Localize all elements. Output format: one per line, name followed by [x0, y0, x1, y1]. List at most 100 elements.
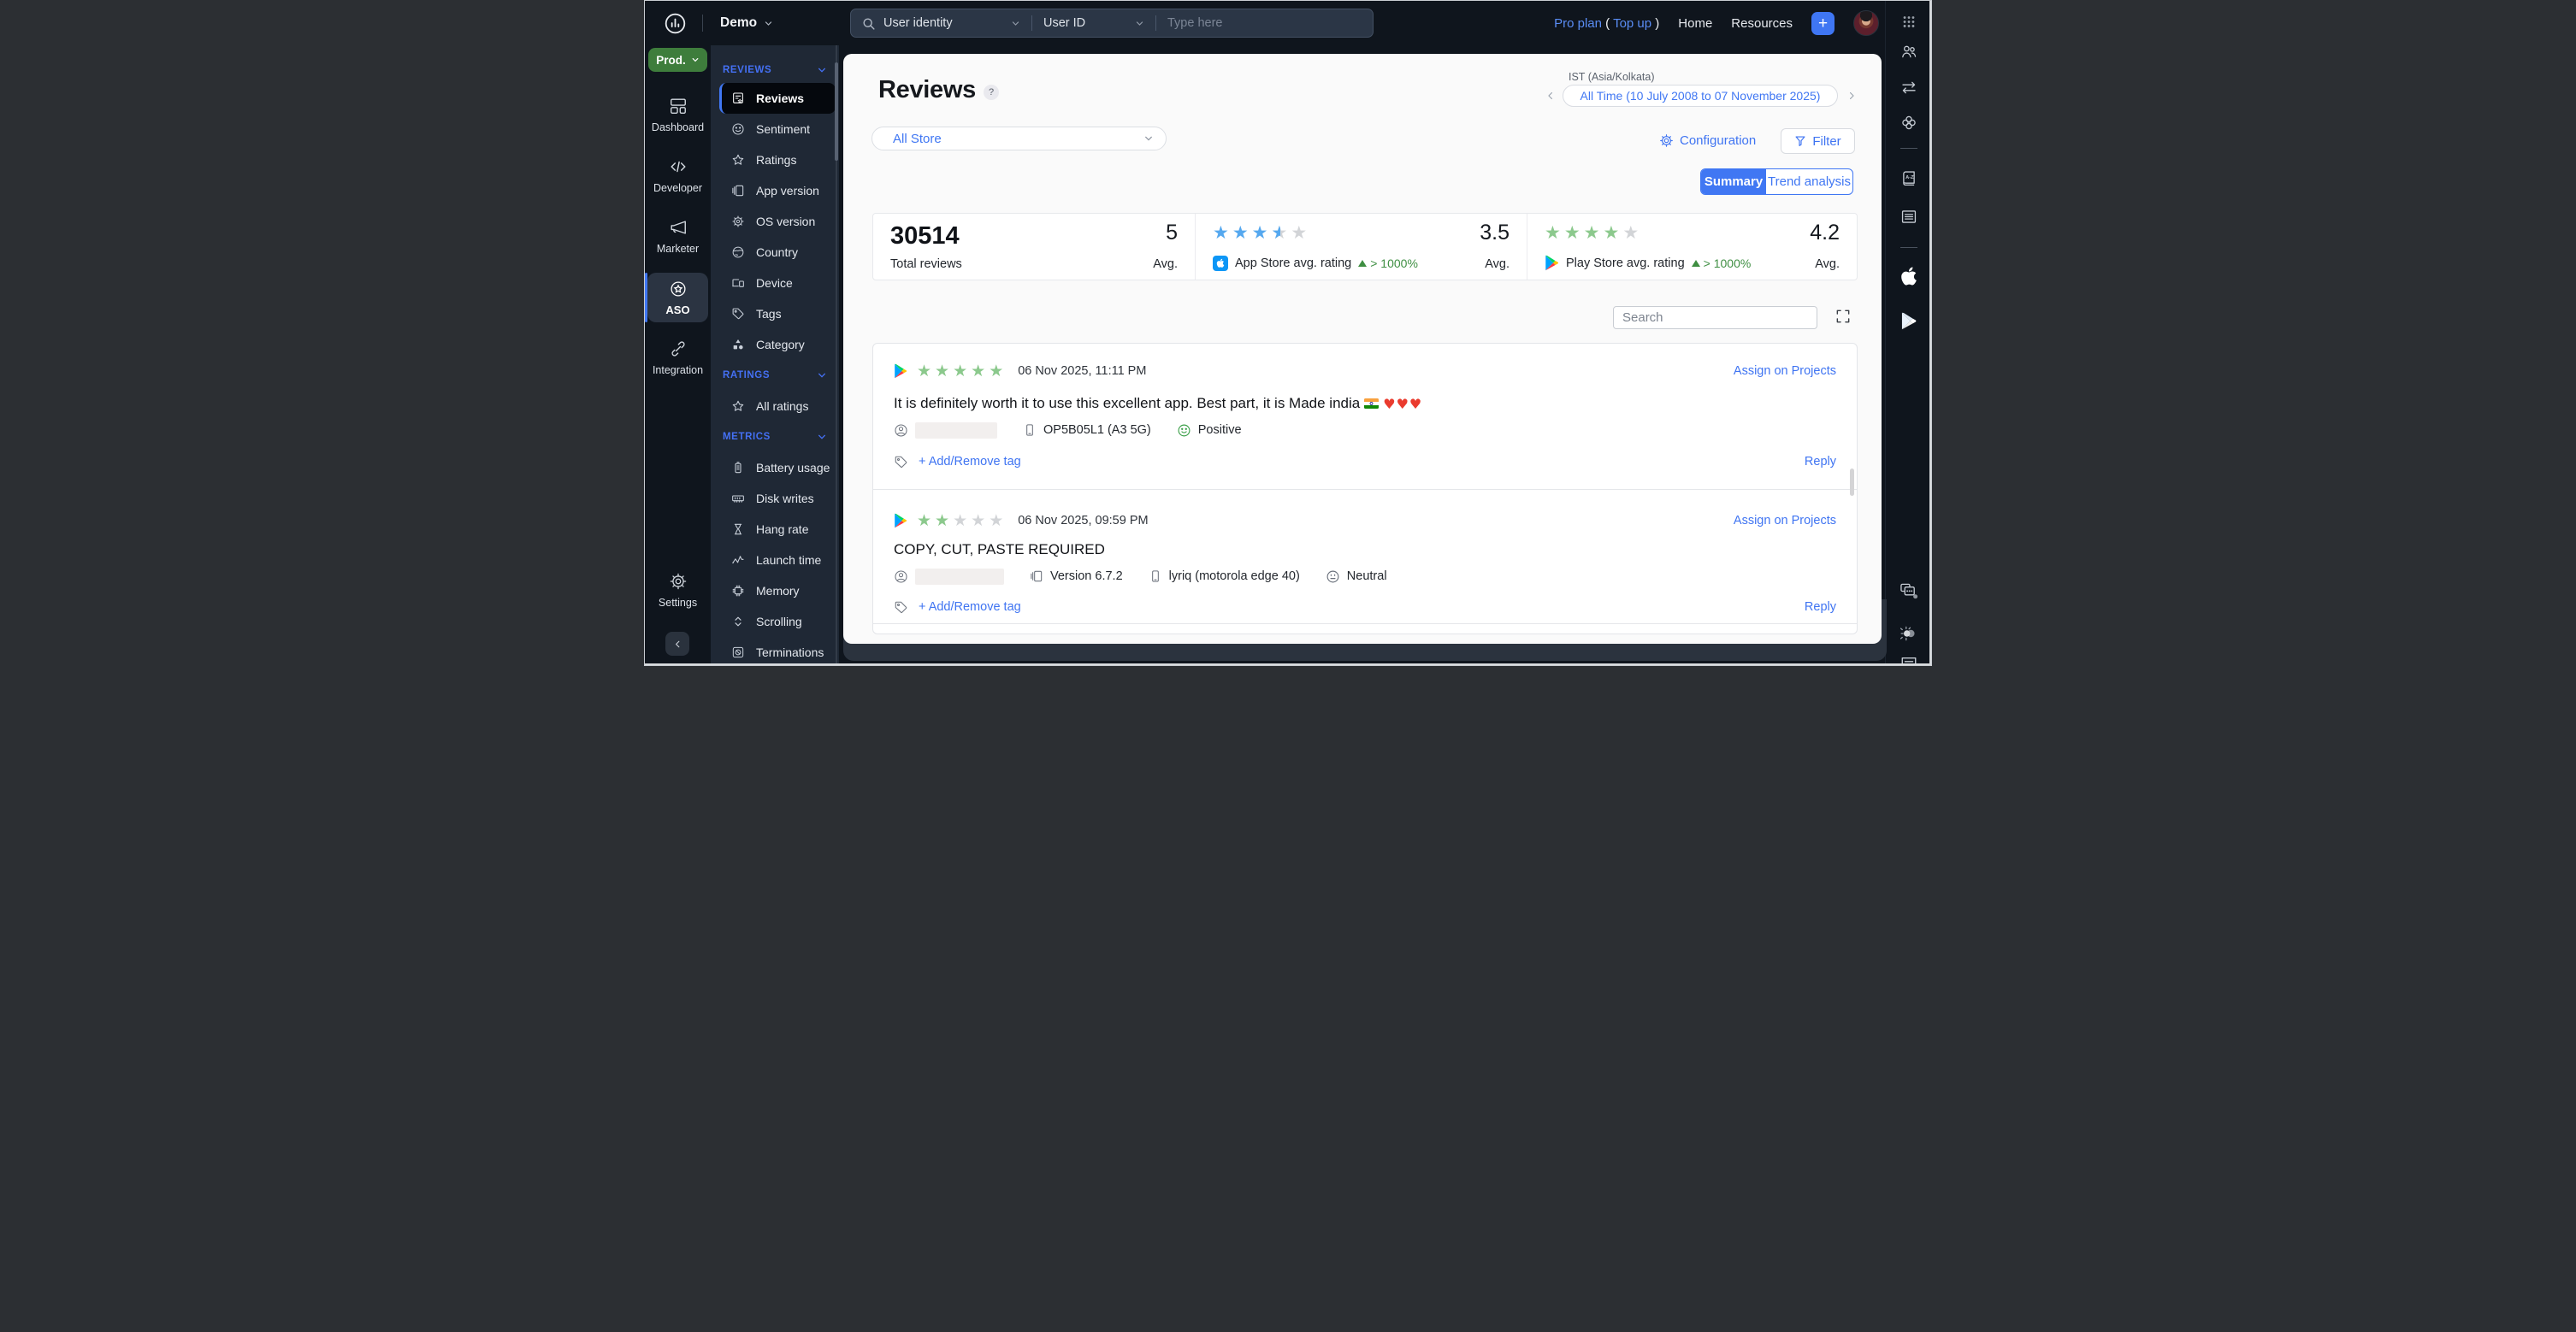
fullscreen-icon[interactable]: [1835, 308, 1852, 325]
filter-button[interactable]: Filter: [1781, 128, 1855, 154]
sidebar-item-label: Device: [756, 276, 793, 290]
theme-brightness-toggle-icon[interactable]: [1899, 623, 1919, 644]
search-scope-select[interactable]: User identity: [883, 16, 1020, 30]
swap-arrows-icon[interactable]: [1900, 79, 1917, 97]
sidebar-item-label: Sentiment: [756, 122, 811, 136]
svg-text:A-Z: A-Z: [1905, 175, 1914, 180]
store-filter-select[interactable]: All Store: [871, 127, 1167, 150]
resources-link[interactable]: Resources: [1731, 16, 1793, 31]
sidebar-item-scrolling[interactable]: Scrolling: [711, 606, 839, 637]
sidebar-item-country[interactable]: Country: [711, 237, 839, 268]
nav-aso[interactable]: ASO: [647, 273, 708, 322]
chevron-left-icon: [675, 640, 679, 647]
section-header-metrics[interactable]: METRICS: [711, 421, 839, 452]
document-lines-icon[interactable]: [1900, 208, 1917, 226]
nav-settings[interactable]: Settings: [645, 572, 711, 609]
section-header-reviews[interactable]: REVIEWS: [711, 57, 839, 83]
sidebar-item-memory[interactable]: Memory: [711, 575, 839, 606]
clover-icon[interactable]: [1900, 114, 1917, 132]
sidebar-item-all-ratings[interactable]: All ratings: [711, 391, 839, 421]
star-outline-icon: [732, 154, 744, 165]
search-divider: [1031, 15, 1032, 31]
sidebar-item-hang-rate[interactable]: Hang rate: [711, 514, 839, 545]
sidebar-item-os-version[interactable]: OS version: [711, 206, 839, 237]
configuration-button[interactable]: Configuration: [1659, 129, 1756, 151]
plan-upgrade-link[interactable]: Pro plan ( Top up ): [1554, 16, 1659, 31]
sidebar-item-terminations[interactable]: Terminations: [711, 637, 839, 665]
avg-label: Avg.: [1485, 257, 1510, 271]
assign-on-projects-link[interactable]: Assign on Projects: [1734, 514, 1836, 527]
review-app-version: Version 6.7.2: [1050, 569, 1123, 583]
google-play-icon[interactable]: [1900, 312, 1917, 330]
window-edge: [645, 663, 1931, 665]
sidebar-item-app-version[interactable]: App version: [711, 175, 839, 206]
ratings-summary-card: 30514 Total reviews 5 Avg. ★★★★★★ App St…: [872, 213, 1858, 280]
user-avatar[interactable]: [1853, 10, 1879, 36]
apps-grid-icon[interactable]: [1901, 15, 1916, 29]
aso-sidebar: REVIEWS Reviews Sentiment Ratings App ve…: [711, 45, 839, 665]
sidebar-item-battery-usage[interactable]: Battery usage: [711, 452, 839, 483]
sidebar-item-launch-time[interactable]: Launch time: [711, 545, 839, 575]
google-play-icon: [1545, 255, 1559, 271]
sidebar-item-sentiment[interactable]: Sentiment: [711, 114, 839, 144]
glossary-az-book-icon[interactable]: A-Z: [1900, 169, 1917, 187]
project-selector[interactable]: Demo: [720, 15, 773, 31]
section-header-ratings[interactable]: RATINGS: [711, 360, 839, 391]
help-icon[interactable]: ?: [984, 85, 999, 100]
ram-chip-icon: [732, 495, 744, 503]
sidebar-item-label: App version: [756, 184, 819, 197]
nav-integration[interactable]: Integration: [645, 339, 711, 376]
phone-icon: [1026, 424, 1033, 436]
sidebar-item-label: Terminations: [756, 645, 824, 659]
collapse-sidebar-button[interactable]: [665, 632, 689, 656]
reply-link[interactable]: Reply: [1805, 600, 1836, 614]
sidebar-item-tags[interactable]: Tags: [711, 298, 839, 329]
apptics-logo-icon[interactable]: [664, 12, 687, 35]
review-text: It is definitely worth it to use this ex…: [894, 395, 1361, 411]
review-divider: [873, 623, 1857, 624]
users-icon[interactable]: [1900, 43, 1917, 61]
nav-dashboard[interactable]: Dashboard: [645, 97, 711, 133]
home-link[interactable]: Home: [1678, 16, 1712, 31]
search-icon: [863, 17, 875, 30]
add-button[interactable]: +: [1811, 11, 1835, 35]
add-remove-tag-link[interactable]: + Add/Remove tag: [919, 455, 1021, 469]
apple-icon[interactable]: [1900, 266, 1917, 286]
star-outline-icon: [732, 400, 744, 411]
google-play-icon: [895, 513, 907, 528]
nav-developer[interactable]: Developer: [645, 157, 711, 194]
tab-trend-analysis[interactable]: Trend analysis: [1766, 169, 1852, 194]
sidebar-item-device[interactable]: Device: [711, 268, 839, 298]
sidebar-item-ratings[interactable]: Ratings: [711, 144, 839, 175]
reply-link[interactable]: Reply: [1805, 455, 1836, 469]
chat-comments-icon[interactable]: [1899, 582, 1918, 600]
reviews-search-input[interactable]: [1613, 306, 1817, 329]
sidebar-item-disk-writes[interactable]: Disk writes: [711, 483, 839, 514]
section-header-label: RATINGS: [723, 370, 771, 380]
sidebar-item-reviews[interactable]: Reviews: [719, 83, 836, 114]
sidebar-scrollbar-thumb[interactable]: [835, 62, 838, 161]
tab-summary[interactable]: Summary: [1701, 169, 1766, 194]
date-prev-arrow[interactable]: [1545, 85, 1560, 107]
add-remove-tag-link[interactable]: + Add/Remove tag: [919, 600, 1021, 614]
search-input-placeholder[interactable]: Type here: [1167, 16, 1223, 30]
assign-on-projects-link[interactable]: Assign on Projects: [1734, 364, 1836, 378]
topup-link[interactable]: Top up: [1613, 16, 1651, 31]
devices-icon: [732, 279, 744, 287]
sidebar-item-label: Launch time: [756, 553, 822, 567]
list-scrollbar-thumb[interactable]: [1850, 469, 1854, 496]
nav-marketer[interactable]: Marketer: [645, 218, 711, 255]
search-field-select[interactable]: User ID: [1043, 16, 1144, 30]
sidebar-item-category[interactable]: Category: [711, 329, 839, 360]
search-divider: [1155, 15, 1156, 31]
reviewer-name-redacted: [915, 421, 997, 439]
date-range-selector[interactable]: All Time (10 July 2008 to 07 November 20…: [1563, 85, 1838, 107]
smiley-icon: [732, 123, 744, 135]
nav-integration-label: Integration: [652, 364, 704, 376]
aso-star-icon: [670, 280, 686, 297]
sidebar-item-label: Scrolling: [756, 615, 802, 628]
environment-selector[interactable]: Prod.: [648, 48, 707, 72]
phone-icon: [1151, 570, 1159, 582]
layers-icon: [1031, 570, 1043, 582]
date-next-arrow[interactable]: [1846, 85, 1861, 107]
